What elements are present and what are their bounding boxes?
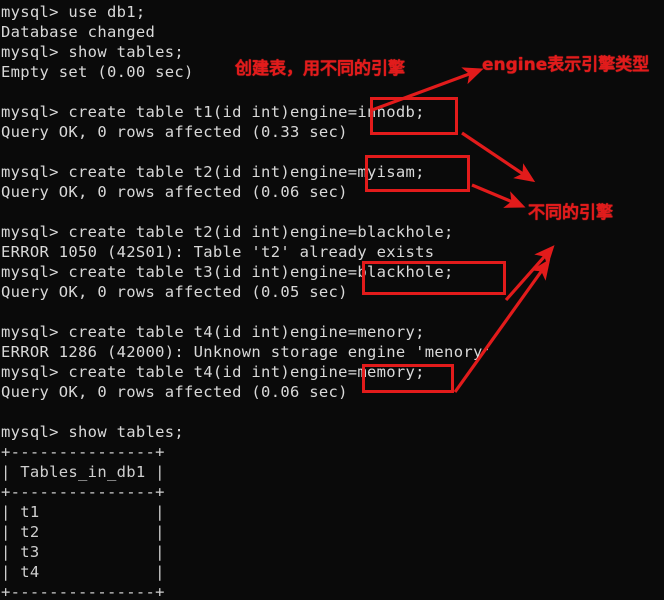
terminal-line: mysql> create table t4(id int)engine=mem… bbox=[1, 363, 425, 381]
terminal-line: mysql> create table t2(id int)engine=bla… bbox=[1, 223, 454, 241]
terminal-line: mysql> show tables; bbox=[1, 423, 185, 441]
terminal-line: +---------------+ bbox=[1, 483, 165, 501]
terminal-line: mysql> show tables; bbox=[1, 43, 185, 61]
terminal-line: Database changed bbox=[1, 23, 156, 41]
terminal-line: ERROR 1050 (42S01): Table 't2' already e… bbox=[1, 243, 435, 261]
terminal-line: mysql> use db1; bbox=[1, 3, 146, 21]
terminal-line: mysql> create table t1(id int)engine=inn… bbox=[1, 103, 425, 121]
terminal-line: Query OK, 0 rows affected (0.06 sec) bbox=[1, 183, 348, 201]
terminal-window: mysql> use db1; Database changed mysql> sh… bbox=[0, 0, 664, 600]
terminal-output[interactable]: mysql> use db1; Database changed mysql> sh… bbox=[0, 0, 664, 600]
terminal-line: | t4 | bbox=[1, 563, 165, 581]
terminal-line: +---------------+ bbox=[1, 583, 165, 600]
terminal-line: Query OK, 0 rows affected (0.33 sec) bbox=[1, 123, 348, 141]
terminal-line: ERROR 1286 (42000): Unknown storage engi… bbox=[1, 343, 493, 361]
terminal-line: Query OK, 0 rows affected (0.05 sec) bbox=[1, 283, 348, 301]
terminal-line: mysql> create table t2(id int)engine=myi… bbox=[1, 163, 425, 181]
terminal-line: mysql> create table t4(id int)engine=men… bbox=[1, 323, 425, 341]
terminal-line: Empty set (0.00 sec) bbox=[1, 63, 194, 81]
terminal-line: +---------------+ bbox=[1, 443, 165, 461]
terminal-line: | t2 | bbox=[1, 523, 165, 541]
terminal-line: | t1 | bbox=[1, 503, 165, 521]
terminal-line: Query OK, 0 rows affected (0.06 sec) bbox=[1, 383, 348, 401]
terminal-line: | Tables_in_db1 | bbox=[1, 463, 165, 481]
terminal-line: mysql> create table t3(id int)engine=bla… bbox=[1, 263, 454, 281]
terminal-line: | t3 | bbox=[1, 543, 165, 561]
